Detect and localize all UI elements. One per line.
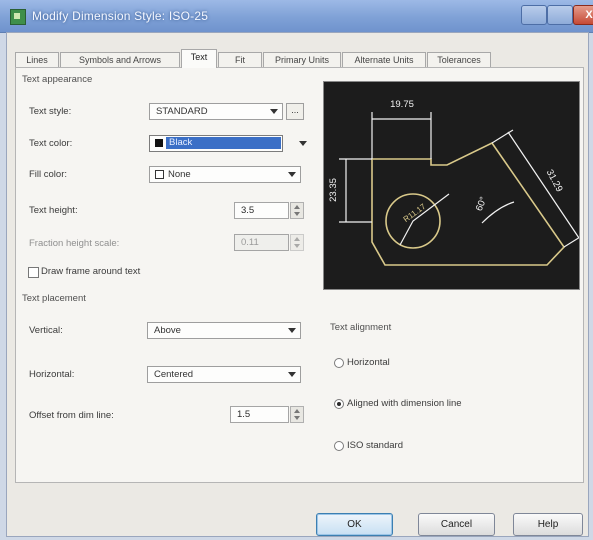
text-style-browse-button[interactable]: ...	[286, 103, 304, 120]
close-button[interactable]: X	[573, 5, 593, 25]
text-color-dropdown[interactable]: Black	[149, 135, 283, 152]
dimension-top-text: 19.75	[390, 99, 414, 110]
text-height-input[interactable]: 3.5	[234, 202, 289, 219]
chevron-down-icon	[270, 109, 278, 114]
text-placement-group-label: Text placement	[22, 293, 86, 304]
tab-alternate-units[interactable]: Alternate Units	[342, 52, 426, 67]
vertical-dropdown[interactable]: Above	[147, 322, 301, 339]
ok-button[interactable]: OK	[316, 513, 393, 536]
text-color-label: Text color:	[29, 138, 73, 149]
offset-value: 1.5	[237, 409, 251, 420]
chevron-down-icon	[288, 372, 296, 377]
tab-tolerances[interactable]: Tolerances	[427, 52, 491, 67]
fill-color-dropdown[interactable]: None	[149, 166, 301, 183]
preview-dimensions	[339, 112, 586, 248]
window-title: Modify Dimension Style: ISO-25	[32, 9, 209, 23]
horizontal-dropdown[interactable]: Centered	[147, 366, 301, 383]
maximize-button[interactable]	[547, 5, 573, 25]
fraction-height-scale-input: 0.11	[234, 234, 289, 251]
offset-label: Offset from dim line:	[29, 410, 114, 421]
alignment-iso-label: ISO standard	[347, 440, 403, 451]
horizontal-label: Horizontal:	[29, 369, 75, 380]
text-tab-panel: Text appearance Text style: STANDARD ...…	[15, 67, 586, 483]
color-swatch-icon	[155, 170, 164, 179]
draw-frame-checkbox[interactable]	[28, 267, 39, 278]
dimension-top-lines	[371, 112, 432, 159]
dimension-right-lines	[491, 129, 586, 248]
text-color-value: Black	[166, 137, 281, 149]
text-style-value: STANDARD	[156, 106, 208, 117]
text-appearance-group-label: Text appearance	[22, 74, 93, 85]
draw-frame-label: Draw frame around text	[41, 266, 141, 277]
fraction-height-scale-value: 0.11	[241, 237, 259, 248]
tab-symbols-and-arrows[interactable]: Symbols and Arrows	[60, 52, 180, 67]
dimension-left-lines	[339, 158, 372, 223]
chevron-down-icon	[288, 172, 296, 177]
chevron-down-icon	[288, 328, 296, 333]
fill-color-value: None	[168, 169, 191, 180]
text-height-spinner[interactable]	[290, 202, 304, 219]
text-style-dropdown[interactable]: STANDARD	[149, 103, 283, 120]
dimension-left-text: 23.35	[328, 178, 339, 202]
offset-spinner[interactable]	[290, 406, 304, 423]
text-height-value: 3.5	[241, 205, 255, 216]
text-alignment-group-label: Text alignment	[330, 322, 392, 333]
help-button[interactable]: Help	[513, 513, 583, 536]
cancel-button[interactable]: Cancel	[418, 513, 495, 536]
color-swatch-icon	[155, 139, 163, 147]
tab-lines[interactable]: Lines	[15, 52, 59, 67]
dialog-body: Lines Symbols and Arrows Text Fit Primar…	[6, 32, 589, 537]
alignment-aligned-radio[interactable]	[334, 399, 344, 409]
chevron-down-icon[interactable]	[299, 141, 307, 146]
preview-panel: 19.75 23.35 31.29 60° R11.17	[323, 81, 586, 290]
preview-drawing: 19.75 23.35 31.29 60° R11.17	[328, 99, 586, 266]
vertical-label: Vertical:	[29, 325, 63, 336]
tab-primary-units[interactable]: Primary Units	[263, 52, 341, 67]
horizontal-value: Centered	[154, 369, 194, 380]
offset-input[interactable]: 1.5	[230, 406, 289, 423]
fill-color-label: Fill color:	[29, 169, 68, 180]
fraction-height-scale-label: Fraction height scale:	[29, 238, 120, 249]
alignment-iso-radio[interactable]	[334, 441, 344, 451]
text-style-label: Text style:	[29, 106, 72, 117]
app-icon	[10, 9, 26, 25]
title-bar: Modify Dimension Style: ISO-25 X	[0, 0, 593, 33]
fraction-height-spinner	[290, 234, 304, 251]
text-height-label: Text height:	[29, 205, 78, 216]
tab-fit[interactable]: Fit	[218, 52, 262, 67]
minimize-button[interactable]	[521, 5, 547, 25]
alignment-horizontal-label: Horizontal	[347, 357, 390, 368]
preview-geometry	[371, 141, 566, 266]
vertical-value: Above	[154, 325, 181, 336]
preview-part-outline	[371, 141, 566, 266]
alignment-aligned-label: Aligned with dimension line	[347, 398, 462, 409]
tab-text[interactable]: Text	[181, 49, 217, 68]
alignment-horizontal-radio[interactable]	[334, 358, 344, 368]
dimension-angle-text: 60°	[474, 195, 490, 213]
